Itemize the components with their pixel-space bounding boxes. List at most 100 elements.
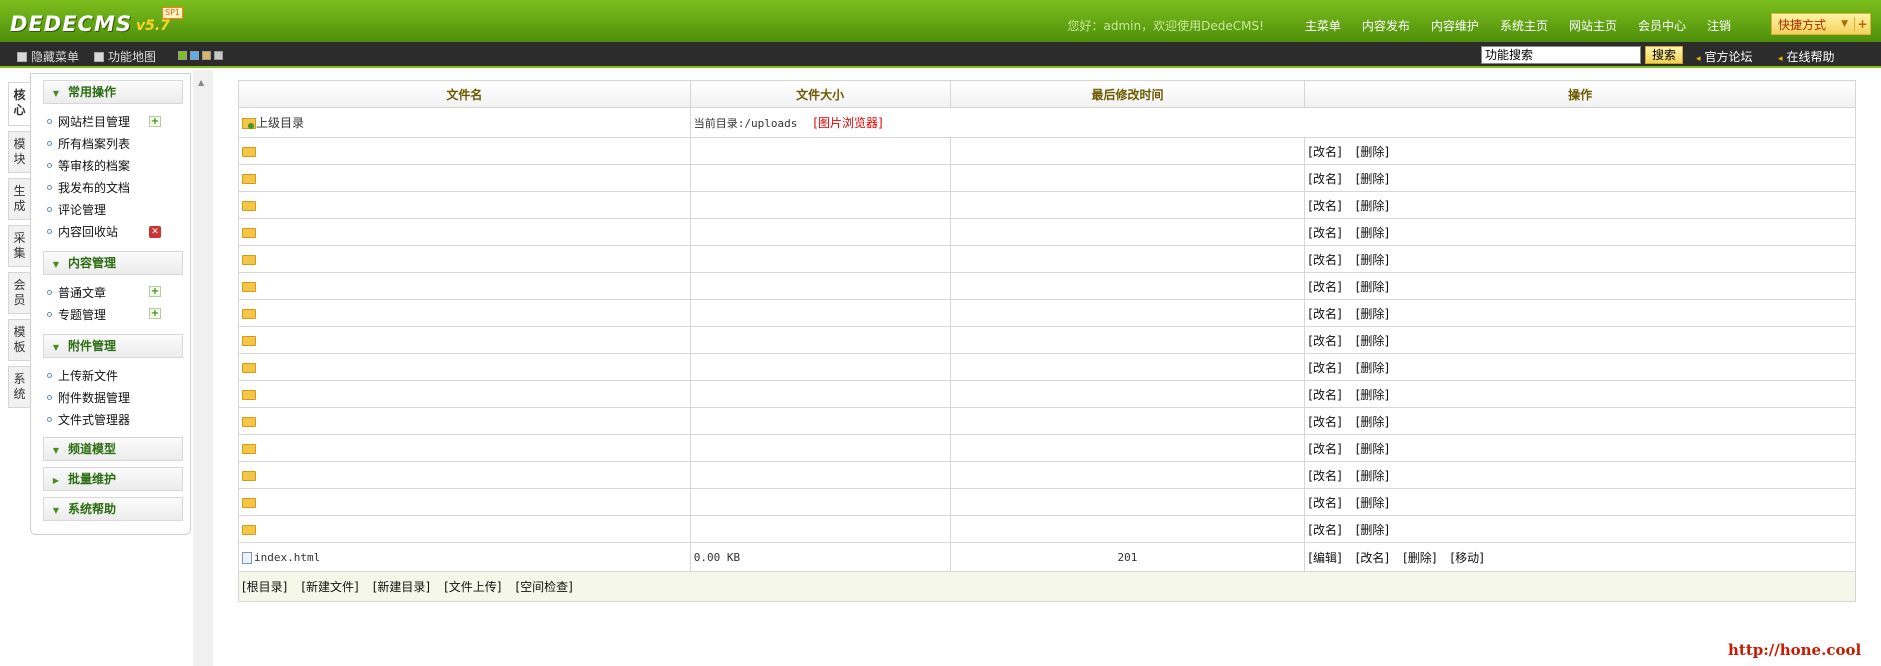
nav-site-home[interactable]: 网站主页 [1569, 17, 1617, 34]
official-forum-link[interactable]: ◂ 官方论坛 [1696, 48, 1753, 65]
rename-button[interactable]: [改名] [1308, 388, 1341, 402]
menu-item-my-documents[interactable]: 我发布的文档 [47, 178, 130, 196]
delete-button[interactable]: [删除] [1356, 415, 1389, 429]
site-map-button[interactable]: 功能地图 [94, 48, 156, 65]
tab-template[interactable]: 模板 [8, 319, 30, 361]
menu-group-attachments[interactable]: ▼ 附件管理 [43, 334, 183, 358]
menu-group-batch-maintain[interactable]: ▶ 批量维护 [43, 467, 183, 491]
delete-button[interactable]: [删除] [1356, 334, 1389, 348]
file-name[interactable]: index.html [254, 551, 320, 564]
rename-button[interactable]: [改名] [1308, 496, 1341, 510]
dir-name-cell[interactable] [238, 137, 691, 165]
rename-button[interactable]: [改名] [1356, 551, 1389, 565]
dir-name-cell[interactable] [238, 326, 691, 354]
upload-file-button[interactable]: [文件上传] [444, 580, 501, 594]
scroll-up-icon[interactable]: ▲ [198, 78, 204, 87]
skin-brown[interactable] [202, 51, 211, 60]
trash-icon[interactable]: ✕ [149, 226, 161, 238]
rename-button[interactable]: [改名] [1308, 253, 1341, 267]
menu-item-articles[interactable]: 普通文章 [47, 283, 106, 301]
parent-dir-link[interactable]: 上级目录 [256, 116, 304, 130]
add-topic-icon[interactable]: + [149, 308, 161, 319]
menu-item-pending-archives[interactable]: 等审核的档案 [47, 156, 130, 174]
rename-button[interactable]: [改名] [1308, 280, 1341, 294]
delete-button[interactable]: [删除] [1356, 172, 1389, 186]
dir-name-cell[interactable] [238, 245, 691, 273]
menu-item-all-archives[interactable]: 所有档案列表 [47, 134, 130, 152]
skin-gray[interactable] [214, 51, 223, 60]
move-button[interactable]: [移动] [1450, 551, 1483, 565]
space-check-button[interactable]: [空间检查] [516, 580, 573, 594]
dir-name-cell[interactable] [238, 272, 691, 300]
rename-button[interactable]: [改名] [1308, 523, 1341, 537]
delete-button[interactable]: [删除] [1356, 496, 1389, 510]
delete-button[interactable]: [删除] [1356, 253, 1389, 267]
dedecms-logo[interactable]: DEDECMS v5.7 [10, 10, 170, 36]
rename-button[interactable]: [改名] [1308, 199, 1341, 213]
menu-item-topics[interactable]: 专题管理 [47, 305, 106, 323]
tab-member[interactable]: 会员 [8, 272, 30, 314]
delete-button[interactable]: [删除] [1356, 280, 1389, 294]
delete-button[interactable]: [删除] [1356, 523, 1389, 537]
rename-button[interactable]: [改名] [1308, 469, 1341, 483]
delete-button[interactable]: [删除] [1356, 361, 1389, 375]
tab-collect[interactable]: 采集 [8, 225, 30, 267]
tab-core[interactable]: 核心 [8, 82, 30, 126]
skin-blue[interactable] [190, 51, 199, 60]
parent-dir-cell[interactable]: 上级目录 [238, 107, 691, 138]
menu-item-comments[interactable]: 评论管理 [47, 200, 106, 218]
rename-button[interactable]: [改名] [1308, 307, 1341, 321]
menu-group-system-help[interactable]: ▼ 系统帮助 [43, 497, 183, 521]
menu-item-column-manage[interactable]: 网站栏目管理 [47, 112, 130, 130]
new-file-button[interactable]: [新建文件] [301, 580, 358, 594]
delete-button[interactable]: [删除] [1356, 307, 1389, 321]
online-help-link[interactable]: ◂ 在线帮助 [1778, 48, 1835, 65]
delete-button[interactable]: [删除] [1403, 551, 1436, 565]
menu-item-recycle-bin[interactable]: 内容回收站 [47, 222, 118, 240]
dir-name-cell[interactable] [238, 515, 691, 543]
file-name-cell[interactable]: index.html [238, 542, 691, 572]
skin-green[interactable] [178, 51, 187, 60]
menu-group-content[interactable]: ▼ 内容管理 [43, 251, 183, 275]
rename-button[interactable]: [改名] [1308, 145, 1341, 159]
dir-name-cell[interactable] [238, 353, 691, 381]
edit-button[interactable]: [编辑] [1308, 551, 1341, 565]
search-input[interactable]: 功能搜索 [1481, 46, 1641, 64]
nav-system-home[interactable]: 系统主页 [1500, 17, 1548, 34]
rename-button[interactable]: [改名] [1308, 334, 1341, 348]
dir-name-cell[interactable] [238, 488, 691, 516]
add-column-icon[interactable]: + [149, 116, 161, 127]
dir-name-cell[interactable] [238, 407, 691, 435]
rename-button[interactable]: [改名] [1308, 172, 1341, 186]
nav-main-menu[interactable]: 主菜单 [1305, 17, 1341, 34]
nav-content-publish[interactable]: 内容发布 [1362, 17, 1410, 34]
add-article-icon[interactable]: + [149, 286, 161, 297]
menu-group-channel-models[interactable]: ▼ 频道模型 [43, 437, 183, 461]
delete-button[interactable]: [删除] [1356, 199, 1389, 213]
dir-name-cell[interactable] [238, 164, 691, 192]
rename-button[interactable]: [改名] [1308, 226, 1341, 240]
tab-system[interactable]: 系统 [8, 366, 30, 408]
rename-button[interactable]: [改名] [1308, 442, 1341, 456]
hide-menu-button[interactable]: 隐藏菜单 [17, 48, 79, 65]
dir-name-cell[interactable] [238, 191, 691, 219]
delete-button[interactable]: [删除] [1356, 145, 1389, 159]
delete-button[interactable]: [删除] [1356, 442, 1389, 456]
dir-name-cell[interactable] [238, 461, 691, 489]
menu-group-common[interactable]: ▼ 常用操作 [43, 80, 183, 104]
search-button[interactable]: 搜索 [1645, 46, 1683, 64]
dir-name-cell[interactable] [238, 299, 691, 327]
nav-content-maintain[interactable]: 内容维护 [1431, 17, 1479, 34]
delete-button[interactable]: [删除] [1356, 388, 1389, 402]
menu-item-upload-file[interactable]: 上传新文件 [47, 366, 118, 384]
quick-add-button[interactable]: + [1854, 17, 1870, 31]
dir-name-cell[interactable] [238, 434, 691, 462]
sidebar-splitter[interactable] [193, 70, 213, 666]
chevron-down-icon[interactable]: ▼ [1841, 19, 1848, 29]
new-dir-button[interactable]: [新建目录] [373, 580, 430, 594]
menu-item-attachment-data[interactable]: 附件数据管理 [47, 388, 130, 406]
menu-item-file-manager[interactable]: 文件式管理器 [47, 410, 130, 428]
nav-member-center[interactable]: 会员中心 [1638, 17, 1686, 34]
delete-button[interactable]: [删除] [1356, 469, 1389, 483]
dir-name-cell[interactable] [238, 218, 691, 246]
